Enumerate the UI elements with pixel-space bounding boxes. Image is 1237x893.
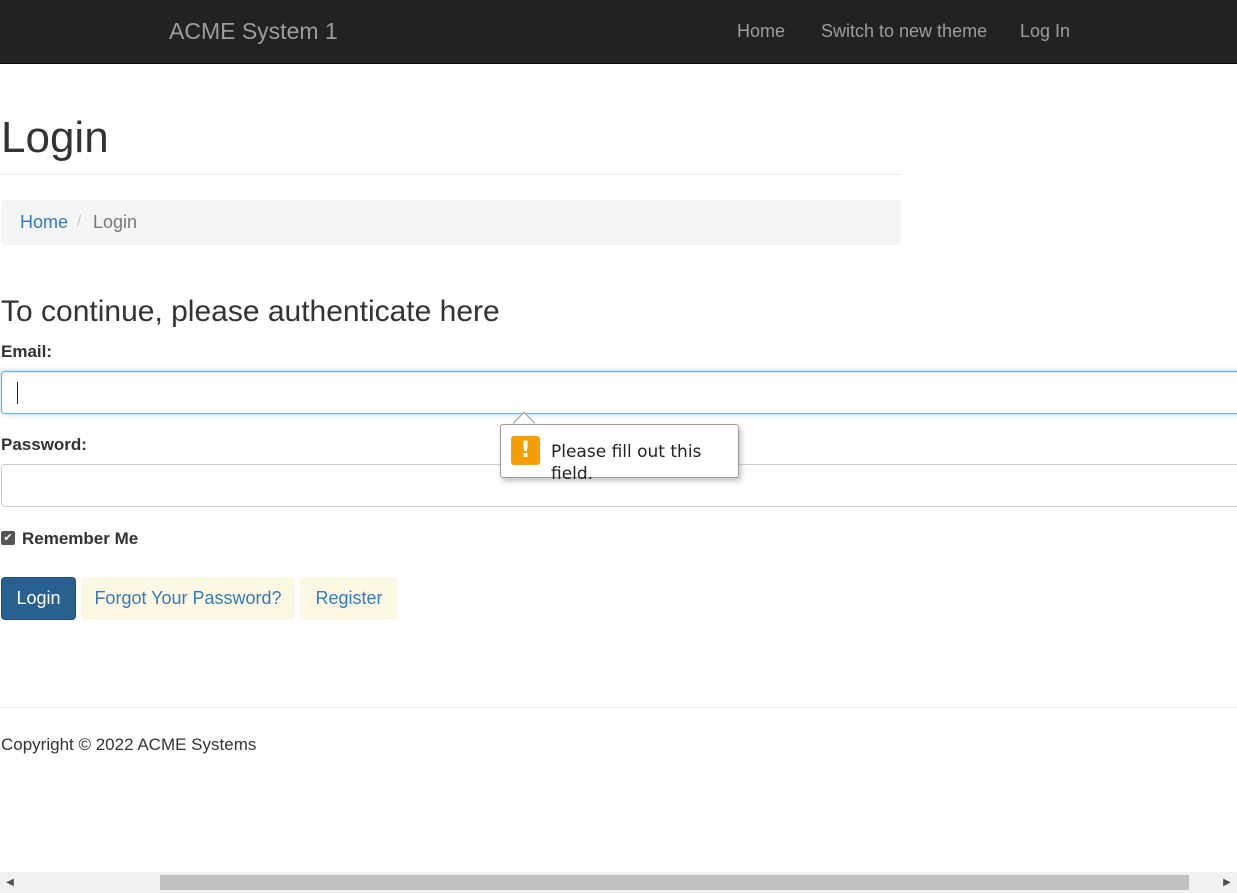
nav-switch-theme-link[interactable]: Switch to new theme [821, 20, 987, 42]
register-button[interactable]: Register [300, 577, 398, 620]
nav-login-link[interactable]: Log In [1020, 20, 1070, 42]
horizontal-scrollbar[interactable]: ◀ ▶ [0, 872, 1237, 893]
form-heading: To continue, please authenticate here [1, 295, 500, 328]
tooltip-message: Please fill out this field. [551, 442, 702, 484]
page-title: Login [1, 113, 109, 162]
text-caret [17, 382, 18, 404]
login-button[interactable]: Login [1, 577, 76, 620]
nav-home-link[interactable]: Home [737, 20, 785, 42]
email-field[interactable] [1, 371, 1237, 414]
title-divider [0, 174, 901, 175]
brand-link[interactable]: ACME System 1 [169, 17, 338, 45]
breadcrumb-separator: / [77, 213, 82, 230]
remember-me-checkbox[interactable]: ✔ [1, 531, 15, 545]
top-navbar: ACME System 1 Home Switch to new theme L… [0, 0, 1237, 64]
copyright-text: Copyright © 2022 ACME Systems [1, 735, 257, 754]
breadcrumb-current: Login [93, 212, 138, 232]
footer-divider [0, 707, 1237, 708]
validation-tooltip: ! Please fill out this field. [500, 424, 739, 484]
warning-icon: ! [511, 436, 540, 465]
password-label: Password: [1, 435, 87, 454]
breadcrumb-home-link[interactable]: Home [20, 211, 68, 233]
email-label: Email: [1, 342, 53, 361]
forgot-password-button[interactable]: Forgot Your Password? [81, 577, 295, 620]
remember-me-label[interactable]: Remember Me [22, 528, 138, 550]
scroll-right-icon[interactable]: ▶ [1220, 872, 1234, 893]
scroll-left-icon[interactable]: ◀ [3, 872, 17, 893]
scrollbar-thumb[interactable] [160, 875, 1189, 890]
breadcrumb: Home / Login [1, 200, 901, 245]
